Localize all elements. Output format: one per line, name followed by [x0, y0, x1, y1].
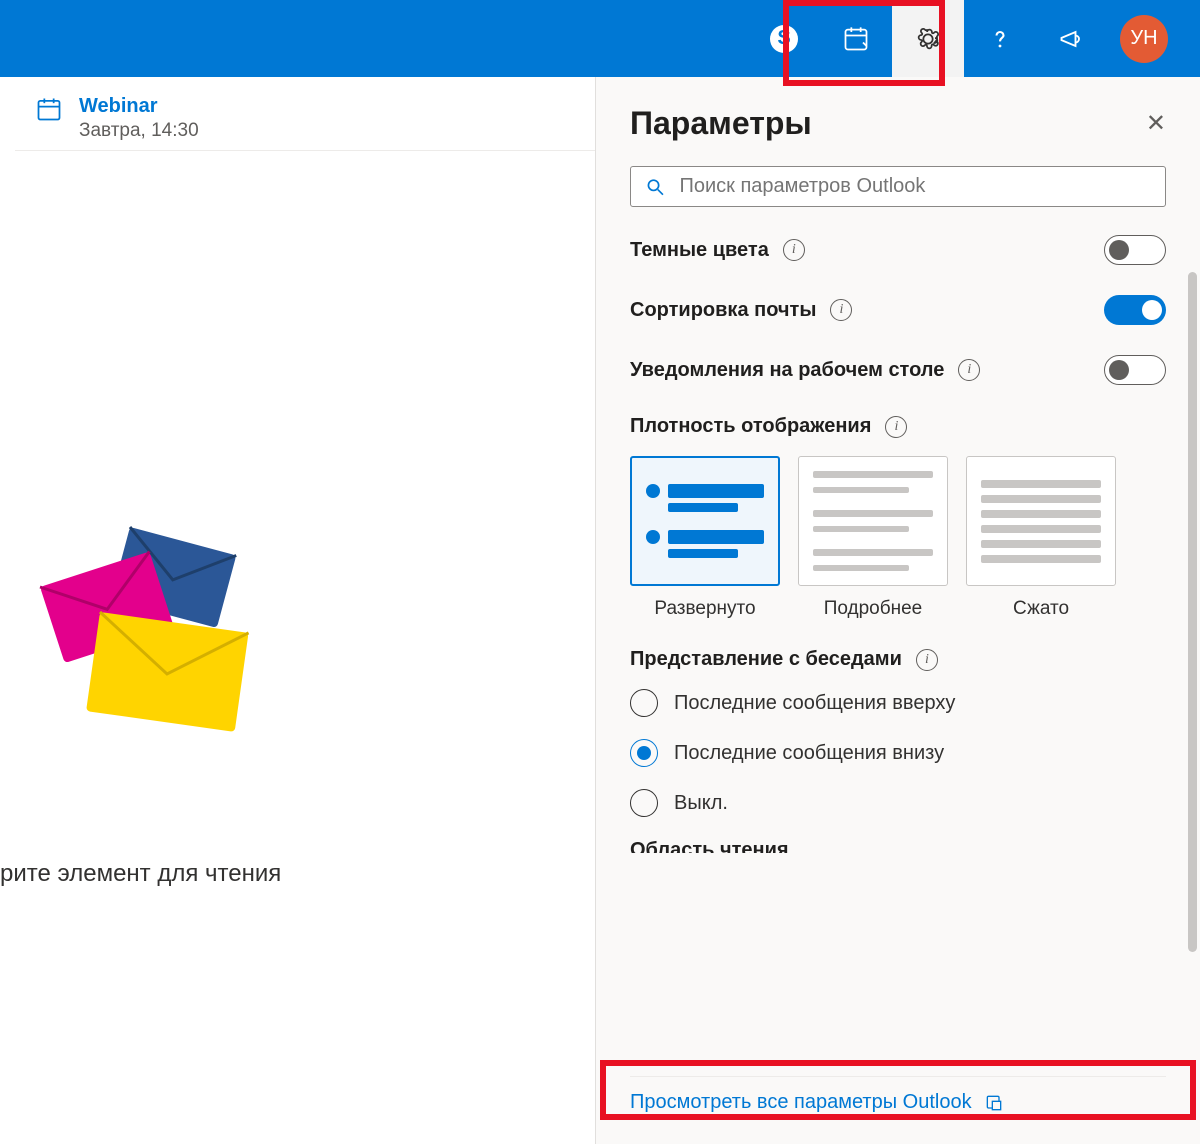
avatar: УН: [1120, 15, 1168, 63]
info-icon[interactable]: i: [885, 416, 907, 438]
desktop-notifications-label: Уведомления на рабочем столе: [630, 359, 944, 382]
density-medium-label: Подробнее: [798, 598, 948, 620]
skype-button[interactable]: S: [748, 0, 820, 77]
density-full[interactable]: [630, 456, 780, 586]
dark-mode-label: Темные цвета: [630, 239, 769, 262]
megaphone-button[interactable]: [1036, 0, 1108, 77]
reading-pane-section-title: Область чтения: [630, 839, 1166, 853]
panel-title: Параметры: [630, 105, 812, 142]
panel-scrollbar[interactable]: [1188, 272, 1197, 952]
megaphone-icon: [1058, 25, 1086, 53]
density-title: Плотность отображения: [630, 415, 871, 438]
main-area: Webinar Завтра, 14:30 рите элемент для ч…: [0, 77, 1200, 1144]
gear-icon: [914, 25, 942, 53]
radio-icon: [630, 689, 658, 717]
conv-off[interactable]: Выкл.: [630, 789, 1166, 817]
close-icon[interactable]: ✕: [1146, 109, 1166, 138]
density-full-label: Развернуто: [630, 598, 780, 620]
search-icon: [645, 176, 666, 198]
dark-mode-toggle[interactable]: [1104, 235, 1166, 265]
radio-icon: [630, 739, 658, 767]
radio-icon: [630, 789, 658, 817]
calendar-info: Webinar Завтра, 14:30: [79, 95, 199, 142]
settings-panel: Параметры ✕ Темные цвета i Сортировка по…: [595, 77, 1200, 1144]
envelopes-illustration: [30, 517, 290, 737]
view-all-settings-link[interactable]: Просмотреть все параметры Outlook: [630, 1091, 1166, 1114]
density-medium[interactable]: [798, 456, 948, 586]
reading-pane: Webinar Завтра, 14:30 рите элемент для ч…: [0, 77, 595, 1144]
calendar-header-icon: [842, 25, 870, 53]
header-bar: S УН: [0, 0, 1200, 77]
calendar-time: Завтра, 14:30: [79, 120, 199, 142]
info-icon[interactable]: i: [958, 359, 980, 381]
conv-newest-bottom[interactable]: Последние сообщения внизу: [630, 739, 1166, 767]
reading-prompt: рите элемент для чтения: [0, 860, 281, 888]
calendar-event[interactable]: Webinar Завтра, 14:30: [15, 87, 595, 151]
sorted-inbox-label: Сортировка почты: [630, 299, 816, 322]
settings-button[interactable]: [892, 0, 964, 77]
settings-search[interactable]: [630, 166, 1166, 207]
help-icon: [986, 25, 1014, 53]
desktop-notifications-toggle[interactable]: [1104, 355, 1166, 385]
info-icon[interactable]: i: [830, 299, 852, 321]
conv-newest-top[interactable]: Последние сообщения вверху: [630, 689, 1166, 717]
sorted-inbox-toggle[interactable]: [1104, 295, 1166, 325]
search-input[interactable]: [680, 175, 1152, 198]
calendar-icon: [35, 95, 63, 128]
profile-button[interactable]: УН: [1108, 0, 1180, 77]
conversation-title: Представление с беседами: [630, 648, 902, 671]
density-compact[interactable]: [966, 456, 1116, 586]
external-window-icon: [984, 1093, 1004, 1113]
help-button[interactable]: [964, 0, 1036, 77]
calendar-title: Webinar: [79, 95, 199, 118]
calendar-header-button[interactable]: [820, 0, 892, 77]
info-icon[interactable]: i: [783, 239, 805, 261]
info-icon[interactable]: i: [916, 649, 938, 671]
skype-icon: S: [770, 25, 798, 53]
density-compact-label: Сжато: [966, 598, 1116, 620]
